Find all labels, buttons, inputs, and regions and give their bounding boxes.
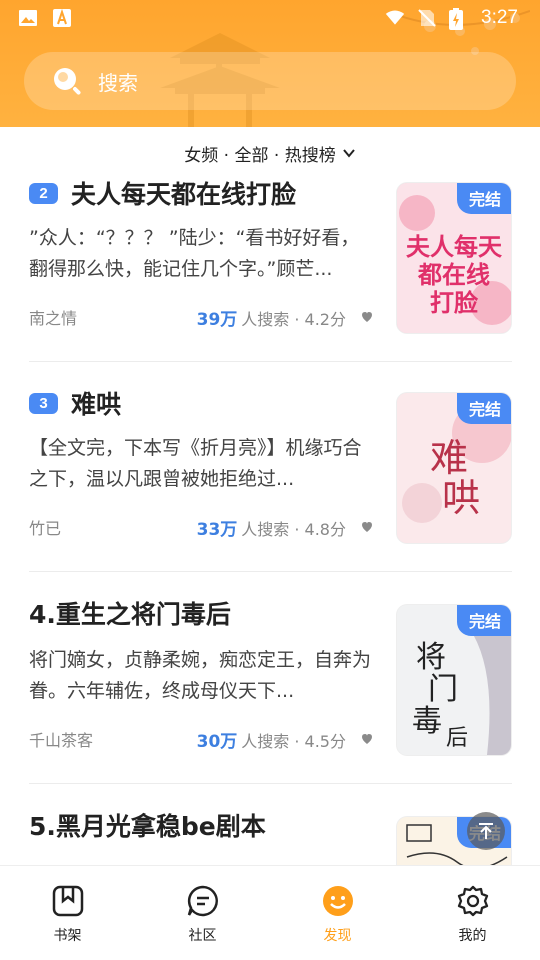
rank-badge: 3: [29, 392, 58, 414]
bookshelf-icon: [51, 884, 85, 918]
search-suffix: 人搜索 · 4.8分: [241, 519, 346, 539]
completed-badge: 完结: [456, 605, 511, 636]
divider: [29, 571, 512, 572]
nav-discover[interactable]: 发现: [270, 866, 405, 960]
svg-text:打脸: 打脸: [430, 289, 479, 317]
book-cover[interactable]: 难 哄 完结: [397, 393, 511, 543]
divider: [29, 361, 512, 362]
ranking-filter[interactable]: 女频 · 全部 · 热搜榜: [0, 127, 540, 179]
svg-text:门: 门: [428, 672, 458, 707]
search-count: 30万: [196, 731, 238, 752]
rank-badge: 2: [29, 182, 58, 204]
book-description: ”众人：“？？？ ”陆少：“看书好好看，翻得那么快，能记住几个字。”顾芒...: [29, 227, 360, 280]
book-cover[interactable]: 将 门 毒 后 完结: [397, 605, 511, 755]
search-icon: [50, 64, 84, 98]
search-suffix: 人搜索 · 4.2分: [241, 309, 346, 329]
search-suffix: 人搜索 · 4.5分: [241, 731, 346, 751]
book-title: 4.重生之将门毒后: [29, 600, 231, 629]
settings-gear-icon: [456, 884, 490, 918]
svg-text:哄: 哄: [442, 476, 480, 520]
book-item[interactable]: 5.黑月光拿稳be剧本 完结: [0, 793, 540, 865]
book-description: 将门嫡女，贞静柔婉，痴恋定王，自奔为眷。六年辅佐，终成母仪天下...: [29, 649, 372, 702]
svg-text:难: 难: [430, 436, 468, 480]
completed-badge: 完结: [456, 393, 511, 424]
book-stats: 30万 人搜索 · 4.5分: [197, 727, 346, 752]
status-bar: 3:27: [0, 0, 540, 36]
nav-community[interactable]: 社区: [135, 866, 270, 960]
nav-label: 社区: [188, 928, 217, 944]
book-author: 千山茶客: [29, 731, 94, 750]
book-title: 夫人每天都在线打脸: [71, 180, 297, 209]
nav-label: 我的: [458, 928, 487, 944]
book-item[interactable]: 4.重生之将门毒后 将门嫡女，贞静柔婉，痴恋定王，自奔为眷。六年辅佐，终成母仪天…: [0, 581, 540, 793]
divider: [29, 783, 512, 784]
a-icon: [52, 8, 72, 28]
no-sim-icon: [417, 8, 437, 28]
book-item[interactable]: 2 夫人每天都在线打脸 ”众人：“？？？ ”陆少：“看书好好看，翻得那么快，能记…: [0, 179, 540, 369]
book-title-row: 5.黑月光拿稳be剧本: [29, 805, 379, 845]
book-meta: 南之情 39万 人搜索 · 4.2分: [29, 305, 374, 330]
svg-text:将: 将: [416, 640, 446, 675]
chevron-down-icon: [342, 146, 356, 160]
book-author: 竹已: [29, 519, 62, 538]
svg-text:夫人每天: 夫人每天: [406, 233, 502, 261]
book-meta: 千山茶客 30万 人搜索 · 4.5分: [29, 727, 374, 752]
book-title: 5.黑月光拿稳be剧本: [29, 812, 266, 841]
filter-label: 女频 · 全部 · 热搜榜: [184, 145, 336, 166]
completed-badge: 完结: [456, 183, 511, 214]
dislike-icon[interactable]: [360, 520, 374, 534]
community-icon: [186, 884, 220, 918]
arrow-up-icon: [479, 823, 493, 839]
book-stats: 39万 人搜索 · 4.2分: [197, 305, 346, 330]
book-title-row: 4.重生之将门毒后: [29, 593, 379, 633]
nav-label: 发现: [323, 928, 352, 944]
battery-charging-icon: [449, 8, 469, 30]
dislike-icon[interactable]: [360, 732, 374, 746]
status-time: 3:27: [481, 7, 518, 28]
book-meta: 竹已 33万 人搜索 · 4.8分: [29, 515, 374, 540]
nav-label: 书架: [53, 928, 82, 944]
dislike-icon[interactable]: [360, 310, 374, 324]
book-cover[interactable]: 夫人每天 都在线 打脸 完结: [397, 183, 511, 333]
book-list: 2 夫人每天都在线打脸 ”众人：“？？？ ”陆少：“看书好好看，翻得那么快，能记…: [0, 179, 540, 865]
book-author: 南之情: [29, 309, 78, 328]
search-count: 33万: [196, 519, 238, 540]
book-title-row: 2 夫人每天都在线打脸: [29, 179, 379, 213]
search-placeholder: 搜索: [98, 70, 138, 95]
book-stats: 33万 人搜索 · 4.8分: [197, 515, 346, 540]
search-bar[interactable]: 搜索: [24, 52, 516, 110]
book-title-row: 3 难哄: [29, 383, 379, 423]
wifi-icon: [385, 8, 405, 28]
discover-smile-icon: [321, 884, 355, 918]
app-screen: 3:27 搜索 女频 · 全部 · 热搜榜 2 夫人每天都在线打脸 ”众人：“？…: [0, 0, 540, 960]
book-description: 【全文完，下本写《折月亮》】机缘巧合之下，温以凡跟曾被她拒绝过...: [29, 437, 362, 490]
bottom-nav: 书架 社区 发现 我的: [0, 865, 540, 960]
back-to-top-button[interactable]: [467, 812, 505, 850]
svg-text:后: 后: [446, 726, 468, 751]
svg-text:毒: 毒: [412, 704, 442, 739]
image-icon: [18, 8, 38, 28]
svg-text:都在线: 都在线: [417, 261, 490, 289]
book-item[interactable]: 3 难哄 【全文完，下本写《折月亮》】机缘巧合之下，温以凡跟曾被她拒绝过... …: [0, 369, 540, 581]
header: 3:27 搜索: [0, 0, 540, 127]
book-title: 难哄: [71, 390, 122, 419]
search-count: 39万: [196, 309, 238, 330]
nav-mine[interactable]: 我的: [405, 866, 540, 960]
nav-bookshelf[interactable]: 书架: [0, 866, 135, 960]
